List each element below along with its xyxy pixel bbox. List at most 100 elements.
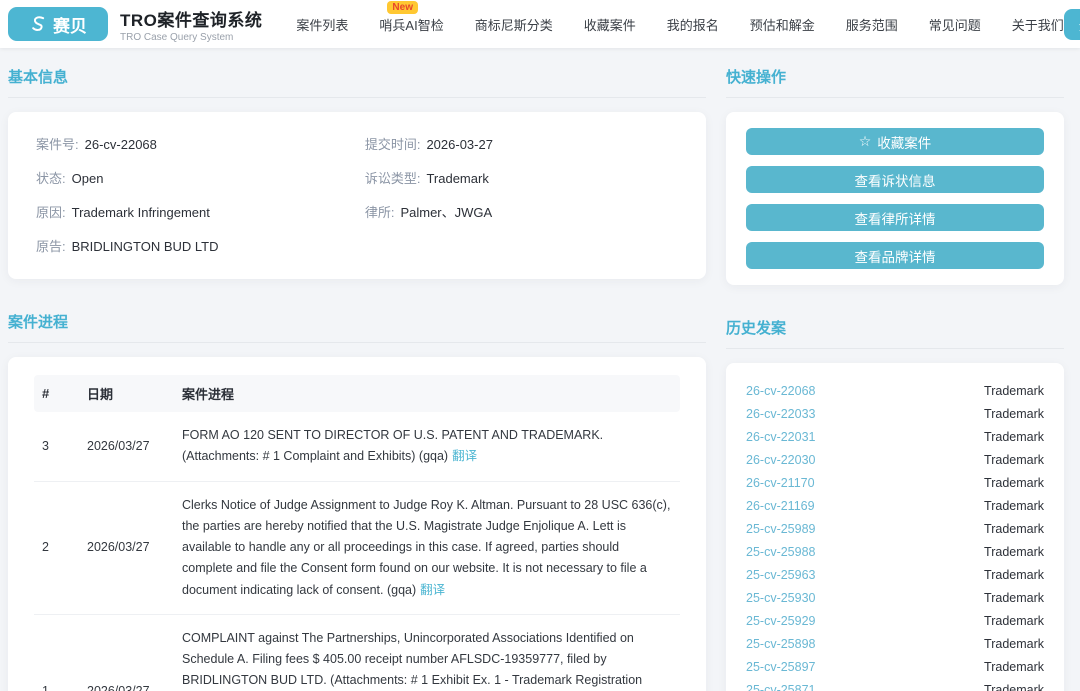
field-label: 律所: (364, 205, 395, 220)
nav-item[interactable]: 常见问题 (929, 15, 981, 34)
saibei-logo[interactable]: 赛贝 (8, 7, 108, 41)
basic-info-fields: 案件号: 26-cv-22068 提交时间: 2026-03-27 状态: Open … (36, 134, 678, 255)
field-value: Trademark Infringement (71, 205, 210, 220)
history-list-item: 26-cv-21169 Trademark (746, 494, 1044, 517)
row-date: 2026/03/27 (79, 614, 174, 691)
case-number-link[interactable]: 25-cv-25929 (746, 614, 816, 628)
history-list-item: 26-cv-22030 Trademark (746, 448, 1044, 471)
field-value: Palmer、JWGA (400, 205, 493, 220)
case-type-label: Trademark (984, 521, 1044, 536)
case-number-link[interactable]: 25-cv-25930 (746, 591, 816, 605)
column-header-date: 日期 (79, 375, 174, 412)
nav-item[interactable]: 关于我们 (1012, 15, 1064, 34)
field-value: 2026-03-27 (426, 137, 493, 152)
case-progress-card: # 日期 案件进程 3 2026/03/27 FORM AO 120 SENT … (8, 357, 706, 691)
translate-link[interactable]: 翻译 (452, 449, 477, 463)
row-progress-text: COMPLAINT against The Partnerships, Unin… (182, 630, 643, 688)
nav-item[interactable]: 商标尼斯分类 (475, 15, 553, 34)
history-list-item: 26-cv-22033 Trademark (746, 402, 1044, 425)
section-title-case-progress: 案件进程 (8, 305, 706, 343)
field-label: 原告: (36, 239, 66, 254)
table-row: 3 2026/03/27 FORM AO 120 SENT TO DIRECTO… (34, 412, 680, 482)
row-number: 1 (34, 614, 79, 691)
case-number-link[interactable]: 26-cv-22030 (746, 453, 816, 467)
field-label: 案件号: (36, 137, 79, 152)
nav-item[interactable]: New 哨兵AI智检 (379, 0, 444, 34)
field-label: 状态: (36, 171, 66, 186)
row-progress-cell: Clerks Notice of Judge Assignment to Jud… (174, 481, 680, 615)
quick-action-label: 查看律所详情 (854, 211, 936, 227)
case-number-link[interactable]: 25-cv-25988 (746, 545, 816, 559)
row-progress-text: FORM AO 120 SENT TO DIRECTOR OF U.S. PAT… (182, 428, 604, 464)
history-list-item: 25-cv-25988 Trademark (746, 540, 1044, 563)
row-progress-cell: FORM AO 120 SENT TO DIRECTOR OF U.S. PAT… (174, 412, 680, 482)
nav-item-label: 商标尼斯分类 (474, 17, 553, 33)
history-cases-card: 26-cv-22068 Trademark 26-cv-22033 Tradem… (726, 363, 1064, 691)
case-number-link[interactable]: 25-cv-25871 (746, 683, 816, 691)
case-number-link[interactable]: 26-cv-22068 (746, 384, 816, 398)
translate-link[interactable]: 翻译 (420, 583, 445, 597)
history-list-item: 25-cv-25871 Trademark (746, 678, 1044, 691)
info-field: 案件号: 26-cv-22068 (36, 134, 365, 153)
case-number-link[interactable]: 25-cv-25963 (746, 568, 816, 582)
history-list-item: 25-cv-25930 Trademark (746, 586, 1044, 609)
top-navigation-bar: 赛贝 TRO案件查询系统 TRO Case Query System 案件列表 … (0, 0, 1080, 48)
row-number: 3 (34, 412, 79, 482)
field-value: Trademark (426, 171, 489, 186)
case-number-link[interactable]: 26-cv-21170 (746, 476, 815, 490)
quick-action-button[interactable]: 查看律所详情 (746, 204, 1044, 231)
quick-action-button[interactable]: 查看诉状信息 (746, 166, 1044, 193)
login-button[interactable]: 登 录 (1063, 8, 1080, 40)
nav-item-label: 关于我们 (1011, 17, 1064, 33)
case-type-label: Trademark (984, 590, 1044, 605)
case-number-link[interactable]: 25-cv-25989 (746, 522, 816, 536)
info-field: 诉讼类型: Trademark (365, 168, 678, 187)
field-value: 26-cv-22068 (84, 137, 157, 152)
case-type-label: Trademark (984, 659, 1044, 674)
case-number-link[interactable]: 26-cv-22031 (746, 430, 816, 444)
case-number-link[interactable]: 25-cv-25898 (746, 637, 816, 651)
case-type-label: Trademark (984, 544, 1044, 559)
nav-item-label: 常见问题 (928, 17, 981, 33)
quick-action-button[interactable]: ☆ 收藏案件 (746, 128, 1044, 155)
nav-item[interactable]: 预估和解金 (750, 15, 815, 34)
field-value: BRIDLINGTON BUD LTD (71, 239, 219, 254)
quick-action-button[interactable]: 查看品牌详情 (746, 242, 1044, 269)
info-field: 提交时间: 2026-03-27 (365, 134, 678, 153)
case-number-link[interactable]: 26-cv-21169 (746, 499, 815, 513)
case-type-label: Trademark (984, 682, 1044, 691)
case-type-label: Trademark (984, 406, 1044, 421)
history-list-item: 25-cv-25989 Trademark (746, 517, 1044, 540)
row-number: 2 (34, 481, 79, 615)
case-type-label: Trademark (984, 567, 1044, 582)
new-badge: New (387, 0, 418, 14)
quick-action-label: 查看诉状信息 (854, 173, 936, 189)
case-number-link[interactable]: 26-cv-22033 (746, 407, 816, 421)
history-list-item: 26-cv-22068 Trademark (746, 379, 1044, 402)
nav-item[interactable]: 收藏案件 (584, 15, 636, 34)
quick-action-label: 收藏案件 (877, 135, 932, 151)
nav-item[interactable]: 案件列表 (296, 15, 348, 34)
case-type-label: Trademark (984, 636, 1044, 651)
case-progress-table: # 日期 案件进程 3 2026/03/27 FORM AO 120 SENT … (34, 375, 680, 691)
left-column: 基本信息 案件号: 26-cv-22068 提交时间: 2026-03-27 状态:… (8, 60, 706, 691)
info-field: 原因: Trademark Infringement (36, 202, 365, 221)
main-content: 基本信息 案件号: 26-cv-22068 提交时间: 2026-03-27 状态:… (0, 48, 1080, 691)
history-list-item: 26-cv-22031 Trademark (746, 425, 1044, 448)
case-type-label: Trademark (984, 498, 1044, 513)
case-type-label: Trademark (984, 475, 1044, 490)
field-label: 提交时间: (364, 137, 421, 152)
section-title-history: 历史发案 (726, 311, 1064, 349)
table-body: 3 2026/03/27 FORM AO 120 SENT TO DIRECTO… (34, 412, 680, 691)
nav-item[interactable]: 我的报名 (667, 15, 719, 34)
nav-item[interactable]: 服务范围 (846, 15, 898, 34)
field-label: 原因: (36, 205, 66, 220)
quick-action-label: 查看品牌详情 (854, 249, 936, 265)
quick-actions-card: ☆ 收藏案件 查看诉状信息 查看律所详情 查看品牌详情 (726, 112, 1064, 285)
case-type-label: Trademark (984, 383, 1044, 398)
app-title-block: TRO案件查询系统 TRO Case Query System (120, 6, 262, 43)
case-type-label: Trademark (984, 429, 1044, 444)
case-number-link[interactable]: 25-cv-25897 (746, 660, 816, 674)
case-type-label: Trademark (984, 452, 1044, 467)
table-row: 1 2026/03/27 COMPLAINT against The Partn… (34, 614, 680, 691)
